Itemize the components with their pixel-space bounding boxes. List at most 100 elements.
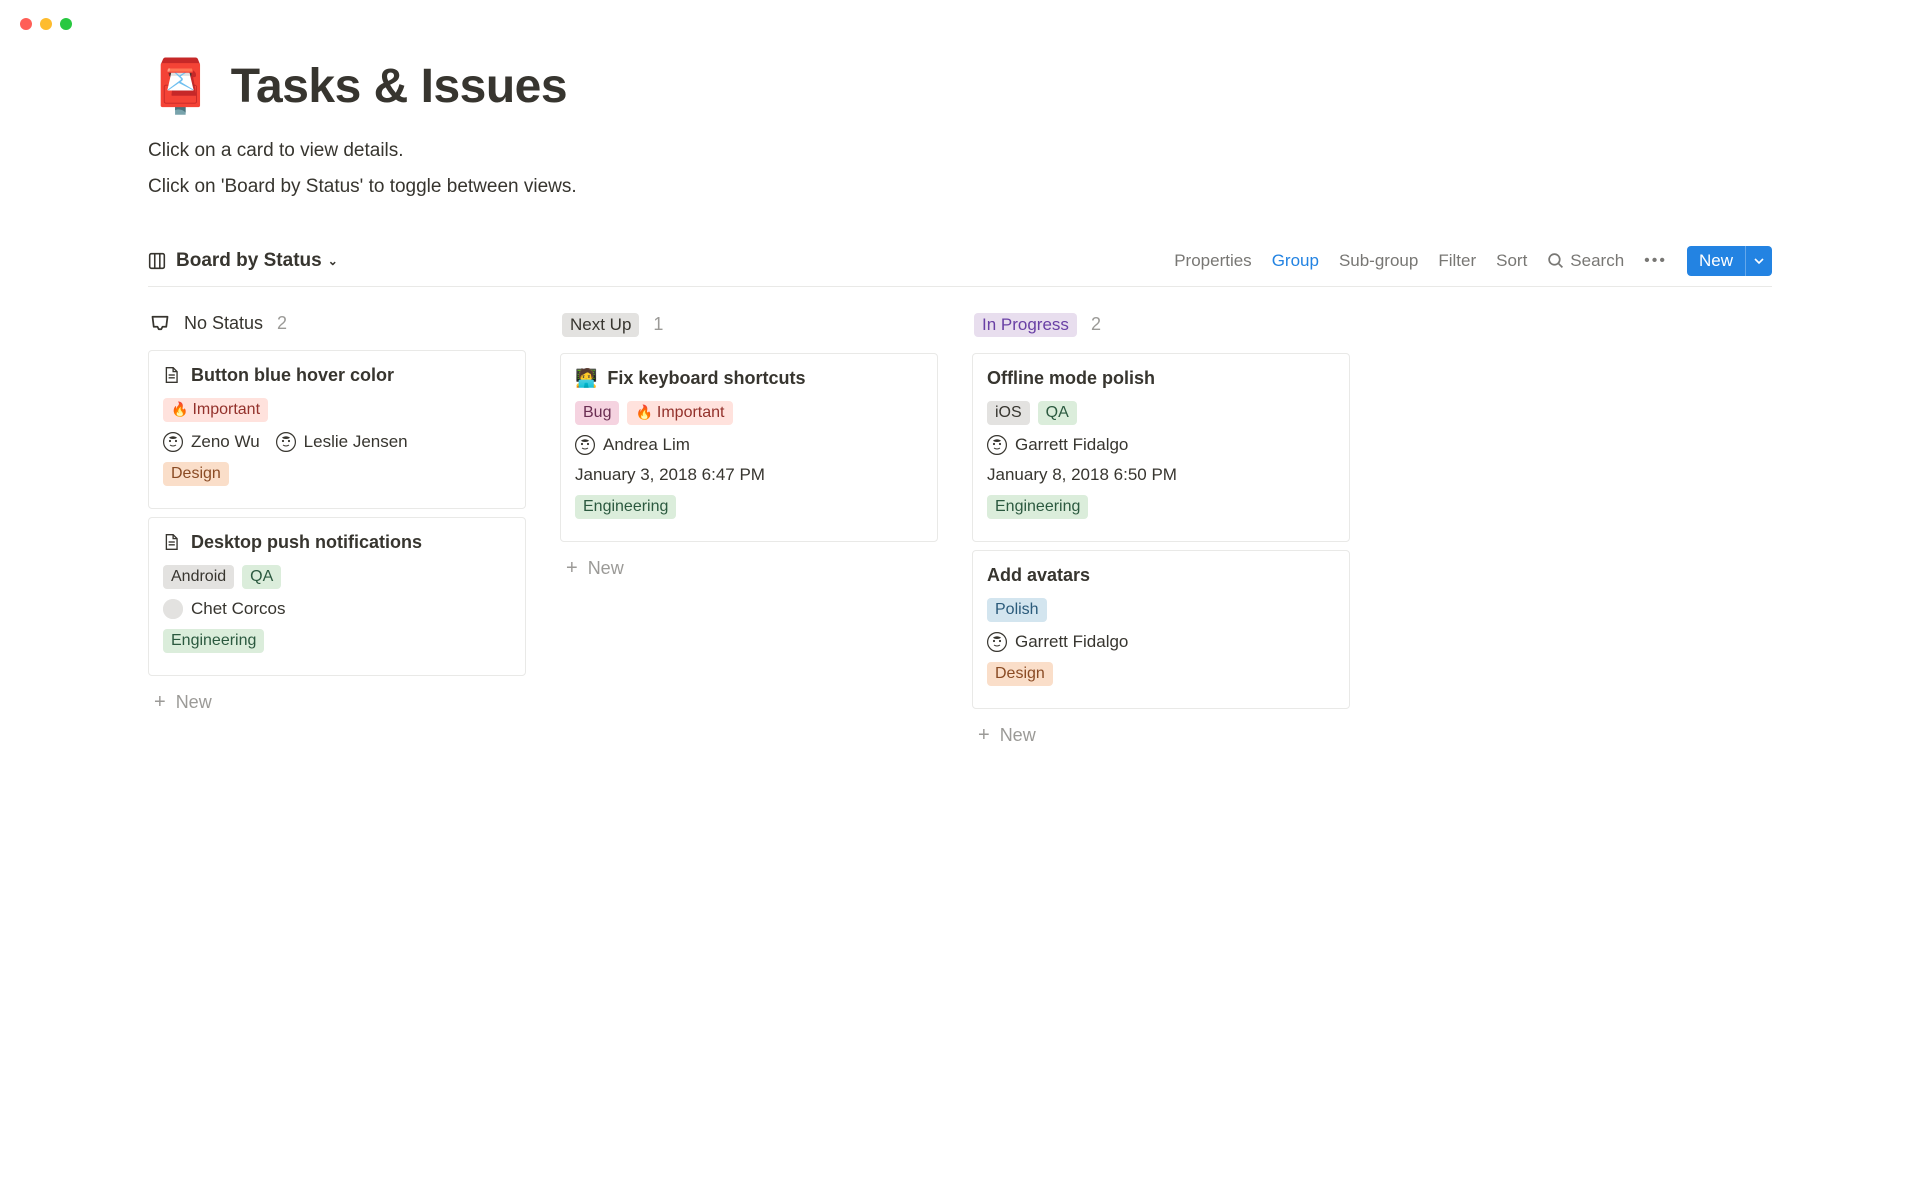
toolbar-more[interactable]: ••• [1644, 252, 1667, 270]
toolbar-search[interactable]: Search [1547, 251, 1624, 271]
tag[interactable]: Android [163, 565, 234, 589]
board-card[interactable]: Desktop push notifications Android QA Chet … [148, 517, 526, 676]
tag-label: iOS [995, 404, 1022, 422]
assignee-name: Zeno Wu [191, 432, 260, 452]
avatar [987, 632, 1007, 652]
tag-label: QA [250, 568, 273, 586]
tag[interactable]: iOS [987, 401, 1030, 425]
document-icon [163, 366, 181, 384]
tag-label: Engineering [583, 498, 668, 516]
assignee-name: Leslie Jensen [304, 432, 408, 452]
tag-label: Important [192, 401, 260, 419]
column-label[interactable]: No Status [184, 313, 263, 334]
tag[interactable]: Design [987, 662, 1053, 686]
tags-row: Android QA [163, 565, 511, 589]
toolbar-group[interactable]: Group [1272, 251, 1319, 271]
assignees-row: Zeno Wu Leslie Jensen [163, 432, 511, 452]
page-icon[interactable]: 📮 [148, 56, 213, 117]
tag[interactable]: Polish [987, 598, 1047, 622]
tag[interactable]: QA [1038, 401, 1077, 425]
column-count: 1 [653, 314, 663, 335]
tag-label: Design [995, 665, 1045, 683]
toolbar-sort[interactable]: Sort [1496, 251, 1527, 271]
tags-row: Engineering [987, 495, 1335, 519]
card-date: January 3, 2018 6:47 PM [575, 465, 923, 485]
tag[interactable]: Engineering [575, 495, 676, 519]
tag[interactable]: 🔥Important [627, 401, 732, 425]
inbox-icon [150, 313, 170, 333]
avatar [987, 435, 1007, 455]
page-subtitle-line-2: Click on 'Board by Status' to toggle bet… [148, 171, 1772, 203]
avatar [163, 599, 183, 619]
tags-row: iOS QA [987, 401, 1335, 425]
card-title: Offline mode polish [987, 368, 1155, 389]
column-label[interactable]: Next Up [562, 313, 639, 337]
board-column: Next Up1🧑‍💻Fix keyboard shortcutsBug🔥Imp… [560, 313, 938, 587]
kanban-board: No Status2Button blue hover color🔥Import… [148, 313, 1772, 754]
add-card-label: New [176, 692, 212, 713]
card-title: Button blue hover color [191, 365, 394, 386]
tag[interactable]: 🔥Important [163, 398, 268, 422]
board-card[interactable]: Offline mode polish iOS QA Garrett Fidalgo J… [972, 353, 1350, 542]
emoji-icon: 🔥 [171, 401, 188, 418]
board-card[interactable]: 🧑‍💻Fix keyboard shortcutsBug🔥ImportantAn… [560, 353, 938, 542]
add-card-button[interactable]: +New [148, 684, 526, 721]
tag[interactable]: Bug [575, 401, 619, 425]
assignee-name: Chet Corcos [191, 599, 285, 619]
assignee[interactable]: Garrett Fidalgo [987, 435, 1128, 455]
add-card-label: New [1000, 725, 1036, 746]
tag-label: Engineering [995, 498, 1080, 516]
add-card-label: New [588, 558, 624, 579]
add-card-button[interactable]: + New [560, 550, 938, 587]
assignee-name: Garrett Fidalgo [1015, 435, 1128, 455]
tag-label: Polish [995, 601, 1039, 619]
board-card[interactable]: Button blue hover color🔥ImportantZeno Wu… [148, 350, 526, 509]
board-card[interactable]: Add avatarsPolishGarrett FidalgoDesign [972, 550, 1350, 709]
add-card-button[interactable]: +New [972, 717, 1350, 754]
tag[interactable]: QA [242, 565, 281, 589]
column-header: Next Up 1 [560, 313, 938, 337]
card-title: Desktop push notifications [191, 532, 422, 553]
toolbar-filter[interactable]: Filter [1438, 251, 1476, 271]
tag[interactable]: Engineering [987, 495, 1088, 519]
tags-row: Bug 🔥Important [575, 401, 923, 425]
column-header: No Status 2 [148, 313, 526, 334]
column-count: 2 [1091, 314, 1101, 335]
assignee-name: Andrea Lim [603, 435, 690, 455]
emoji-icon: 🔥 [635, 404, 652, 421]
assignee[interactable]: Andrea Lim [575, 435, 690, 455]
new-button-label: New [1687, 246, 1745, 276]
tags-row: Design [987, 662, 1335, 686]
tags-row: Engineering [575, 495, 923, 519]
window-controls [0, 0, 1920, 48]
close-window-button[interactable] [20, 18, 32, 30]
minimize-window-button[interactable] [40, 18, 52, 30]
column-count: 2 [277, 313, 287, 334]
page-header: 📮 Tasks & Issues Click on a card to view… [148, 56, 1772, 204]
tag[interactable]: Engineering [163, 629, 264, 653]
zoom-window-button[interactable] [60, 18, 72, 30]
assignee[interactable]: Garrett Fidalgo [987, 632, 1128, 652]
board-icon [148, 252, 166, 270]
tag[interactable]: Design [163, 462, 229, 486]
new-button-dropdown[interactable] [1745, 246, 1772, 276]
search-icon [1547, 252, 1564, 269]
chevron-down-icon: ⌄ [328, 254, 338, 268]
toolbar-subgroup[interactable]: Sub-group [1339, 251, 1418, 271]
assignees-row: Garrett Fidalgo [987, 435, 1335, 455]
column-label[interactable]: In Progress [974, 313, 1077, 337]
plus-icon: + [566, 558, 578, 578]
assignee[interactable]: Leslie Jensen [276, 432, 408, 452]
assignee[interactable]: Chet Corcos [163, 599, 285, 619]
page-subtitle-line-1: Click on a card to view details. [148, 135, 1772, 167]
view-selector[interactable]: Board by Status ⌄ [148, 250, 338, 272]
card-date: January 8, 2018 6:50 PM [987, 465, 1335, 485]
toolbar-properties[interactable]: Properties [1174, 251, 1251, 271]
new-button[interactable]: New [1687, 246, 1772, 276]
assignees-row: Garrett Fidalgo [987, 632, 1335, 652]
page-title[interactable]: Tasks & Issues [231, 59, 567, 114]
assignee[interactable]: Zeno Wu [163, 432, 260, 452]
tags-row: Engineering [163, 629, 511, 653]
tags-row: Polish [987, 598, 1335, 622]
column-header: In Progress 2 [972, 313, 1350, 337]
